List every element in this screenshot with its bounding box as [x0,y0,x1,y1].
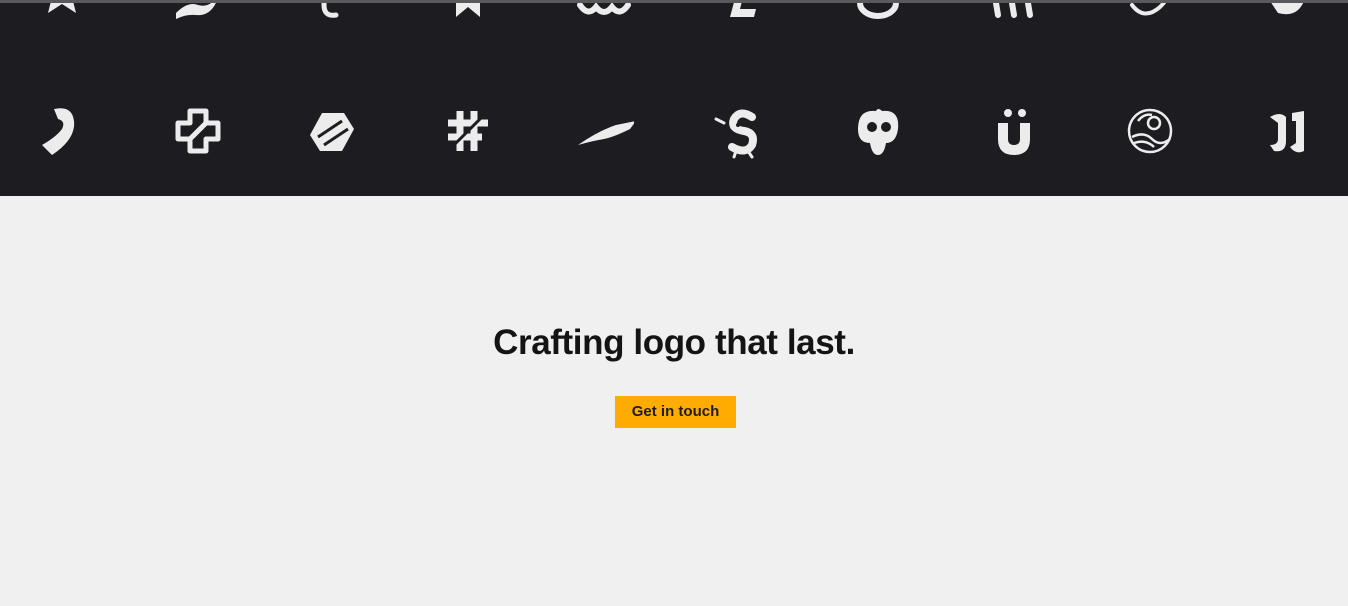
hash-f-logo-icon [438,101,498,161]
script-c-logo-icon [302,3,362,21]
face-logo-icon [848,101,908,161]
hook-logo-icon [32,101,92,161]
wing-logo-icon [574,101,634,161]
hero-section: Crafting logo that last. Get in touch [0,196,1348,606]
folded-s-logo-icon [302,101,362,161]
wave-logo-icon [574,3,634,21]
logo-showcase-band [0,3,1348,196]
double-j-logo-icon [1256,101,1316,161]
s-mascot-logo-icon [712,101,772,161]
u-umlaut-logo-icon [984,101,1044,161]
letter-e-logo-icon [712,3,772,21]
bars-logo-icon [984,3,1044,21]
cross-link-logo-icon [168,101,228,161]
flourish-logo-icon [1120,3,1180,21]
get-in-touch-button[interactable]: Get in touch [615,396,736,428]
hero-headline: Crafting logo that last. [493,323,855,362]
leaf-logo-icon [1256,3,1316,21]
globe-woman-logo-icon [1120,101,1180,161]
swoosh-logo-icon [168,3,228,21]
star-badge-logo-icon [438,3,498,21]
ring-logo-icon [848,3,908,21]
star-person-logo-icon [32,3,92,21]
